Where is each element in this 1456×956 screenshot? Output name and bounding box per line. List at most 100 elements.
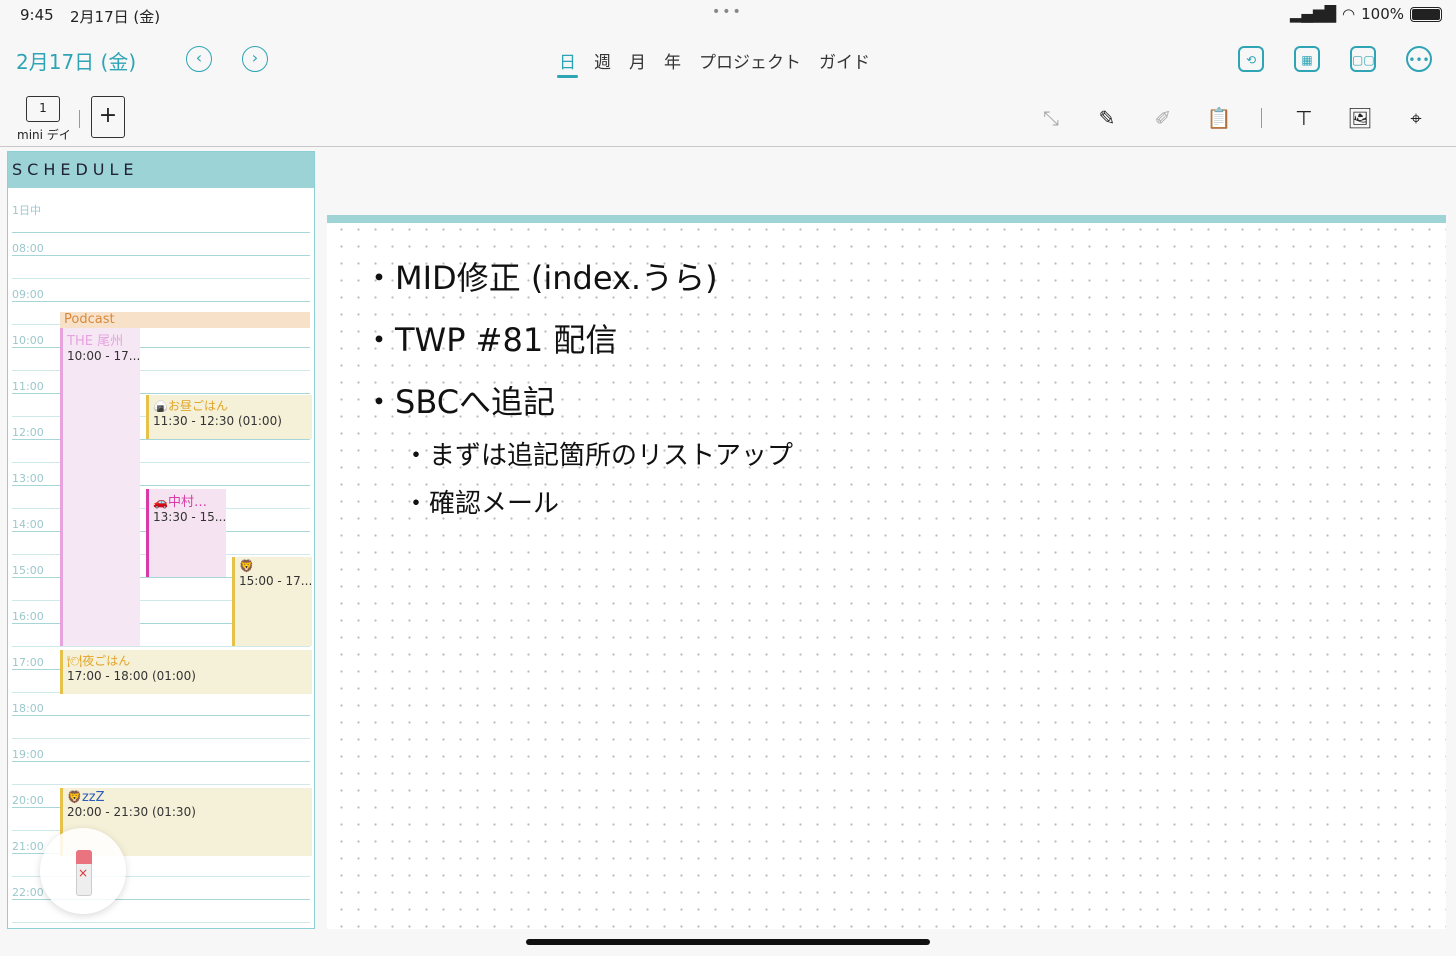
event-time: 10:00 - 17... (67, 349, 140, 363)
event-time: 15:00 - 17... (239, 574, 312, 588)
battery-percent: 100% (1361, 5, 1404, 23)
plate-icon: 🍽 (67, 654, 83, 668)
tab-week[interactable]: 週 (585, 48, 620, 76)
eraser-tip (76, 850, 92, 864)
hour-slot[interactable]: 19:00 (12, 748, 310, 762)
onigiri-icon: 🍙 (153, 399, 168, 413)
note-canvas[interactable]: ・MID修正 (index.うら) ・TWP #81 配信 ・SBCへ追記 ・ま… (327, 215, 1446, 929)
drawing-tools: ⤡ ✎ ✐ 📋 ⊤ 🖼 ⌖ (1037, 104, 1430, 132)
status-bar: 9:45 2月17日 (金) ••• ▂▄▆█ ◠ 100% (0, 0, 1456, 30)
tab-day[interactable]: 日 (550, 48, 585, 78)
half-hour-line (12, 278, 310, 279)
hour-slot[interactable]: 10:00 (12, 334, 310, 348)
prev-day-button[interactable]: ‹ (186, 46, 212, 72)
calendar-icon[interactable]: ▦ (1294, 46, 1320, 72)
event-title: お昼ごはん (167, 399, 228, 413)
event-subtitle: THE 尾州 (67, 334, 124, 349)
allday-slot[interactable]: 1日中 (12, 202, 310, 233)
note-line: ・MID修正 (index.うら) (363, 259, 718, 297)
event-title: zzZ (81, 790, 105, 805)
hour-slot[interactable]: 08:00 (12, 242, 310, 256)
hour-label: 11:00 (12, 380, 44, 393)
grid-icon[interactable]: ▢▢ (1350, 46, 1376, 72)
lion-icon: 🦁 (239, 559, 254, 573)
tab-month[interactable]: 月 (620, 48, 655, 76)
more-icon[interactable]: ••• (1406, 46, 1432, 72)
next-day-button[interactable]: › (242, 46, 268, 72)
tool-bar: 1 mini デイ + ⤡ ✎ ✐ 📋 ⊤ 🖼 ⌖ (0, 92, 1456, 147)
page-thumbnail[interactable]: 1 (26, 96, 60, 122)
pen-icon[interactable]: ✎ (1093, 104, 1121, 132)
half-hour-line (12, 370, 310, 371)
event-afternoon[interactable]: 🦁 15:00 - 17... (232, 557, 312, 646)
hour-label: 18:00 (12, 702, 44, 715)
half-hour-line (12, 738, 310, 739)
half-hour-line (12, 784, 310, 785)
event-podcast[interactable]: THE 尾州 10:00 - 17... (60, 328, 140, 646)
multitasking-dots-icon[interactable]: ••• (712, 4, 743, 20)
event-time: 11:30 - 12:30 (01:00) (153, 414, 282, 428)
tab-guide[interactable]: ガイド (810, 48, 879, 76)
hour-label: 12:00 (12, 426, 44, 439)
event-nakamura[interactable]: 🚗中村… 13:30 - 15... (146, 489, 226, 577)
hour-label: 17:00 (12, 656, 44, 669)
status-time: 9:45 (20, 6, 54, 24)
signal-icon: ▂▄▆█ (1289, 5, 1337, 23)
text-box-icon[interactable]: ⊤ (1290, 104, 1318, 132)
tab-project[interactable]: プロジェクト (690, 48, 810, 76)
half-hour-line (12, 462, 310, 463)
event-title: Podcast (64, 312, 115, 327)
tab-year[interactable]: 年 (655, 48, 690, 76)
note-line: ・SBCへ追記 (363, 383, 556, 421)
event-title: 夜ごはん (82, 654, 131, 668)
date-title[interactable]: 2月17日 (金) (16, 46, 136, 75)
highlighter-icon[interactable]: ✐ (1149, 104, 1177, 132)
hour-slot[interactable]: 11:00 (12, 380, 310, 394)
schedule-panel: SCHEDULE 1日中 08:00 09:00 10:00 11:00 12:… (7, 151, 315, 929)
pencil-tool-button[interactable]: × (40, 828, 126, 914)
lion-icon: 🦁 (67, 790, 82, 804)
hour-label: 22:00 (12, 886, 44, 899)
event-dinner[interactable]: 🍽夜ごはん 17:00 - 18:00 (01:00) (60, 650, 312, 694)
add-page-button[interactable]: + (91, 96, 125, 138)
hour-label: 13:00 (12, 472, 44, 485)
history-icon[interactable]: ⟲ (1238, 46, 1264, 72)
event-podcast-bar[interactable]: Podcast (60, 312, 310, 328)
schedule-title: SCHEDULE (8, 152, 314, 188)
car-icon: 🚗 (153, 495, 168, 509)
event-time: 13:30 - 15... (153, 510, 226, 524)
note-line: ・まずは追記箇所のリストアップ (403, 441, 794, 471)
divider (79, 110, 80, 128)
note-header-bar (327, 215, 1446, 223)
hour-label: 14:00 (12, 518, 44, 531)
battery-icon (1410, 6, 1442, 22)
view-tabs: 日 週 月 年 プロジェクト ガイド (550, 48, 879, 78)
event-time: 17:00 - 18:00 (01:00) (67, 669, 196, 683)
image-icon[interactable]: 🖼 (1346, 104, 1374, 132)
hour-label: 19:00 (12, 748, 44, 761)
lasso-select-icon[interactable]: ⌖ (1402, 104, 1430, 132)
wifi-icon: ◠ (1342, 5, 1356, 23)
hour-label: 16:00 (12, 610, 44, 623)
status-indicators: ▂▄▆█ ◠ 100% (1290, 5, 1442, 23)
event-time: 20:00 - 21:30 (01:30) (67, 805, 196, 819)
hour-slot[interactable]: 13:00 (12, 472, 310, 486)
allday-label: 1日中 (12, 204, 41, 217)
close-icon: × (78, 866, 89, 880)
hour-label: 20:00 (12, 794, 44, 807)
page-label: mini デイ (17, 128, 71, 142)
note-line: ・TWP #81 配信 (363, 321, 618, 359)
resize-icon[interactable]: ⤡ (1037, 104, 1065, 132)
event-lunch[interactable]: 🍙お昼ごはん 11:30 - 12:30 (01:00) (146, 395, 312, 439)
hour-slot[interactable]: 09:00 (12, 288, 310, 302)
clipboard-icon[interactable]: 📋 (1205, 104, 1233, 132)
event-title: 中村… (167, 495, 207, 510)
home-indicator[interactable] (526, 939, 930, 945)
nav-bar: 2月17日 (金) ‹ › 日 週 月 年 プロジェクト ガイド ⟲ ▦ ▢▢ … (0, 36, 1456, 86)
hour-slot[interactable]: 18:00 (12, 702, 310, 716)
hour-label: 08:00 (12, 242, 44, 255)
hour-label: 15:00 (12, 564, 44, 577)
half-hour-line (12, 922, 310, 923)
divider (1261, 108, 1262, 128)
note-line: ・確認メール (403, 489, 560, 519)
